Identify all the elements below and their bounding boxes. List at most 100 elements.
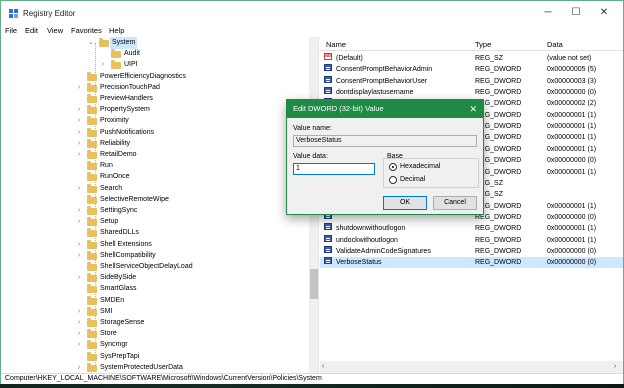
- folder-icon: [87, 82, 97, 92]
- value-row[interactable]: ValidateAdminCodeSignatures REG_DWORD 0x00…: [320, 245, 623, 257]
- dword-value-icon: [324, 257, 332, 265]
- value-name: ConsentPromptBehaviorAdmin: [336, 66, 433, 74]
- scroll-right-icon[interactable]: ›: [614, 363, 616, 370]
- tree-item[interactable]: SmartGlass: [1, 283, 309, 295]
- value-data-input[interactable]: 1: [293, 163, 375, 175]
- tree-item[interactable]: PowerEfficiencyDiagnostics: [1, 71, 309, 83]
- tree-item[interactable]: › Shell Extensions: [1, 239, 309, 251]
- expand-chevron-icon[interactable]: ›: [75, 362, 83, 373]
- tree-item[interactable]: › Syncmgr: [1, 339, 309, 351]
- value-data: 0x00000000 (0): [547, 247, 597, 255]
- dialog-title-bar[interactable]: Edit DWORD (32-bit) Value ✕: [287, 100, 483, 118]
- expand-chevron-icon[interactable]: ›: [75, 138, 83, 150]
- menu-bar: File Edit View Favorites Help: [1, 24, 623, 37]
- expand-chevron-icon[interactable]: ›: [75, 272, 83, 284]
- expand-chevron-icon[interactable]: ›: [75, 328, 83, 340]
- tree-item[interactable]: › Store: [1, 328, 309, 340]
- tree-item[interactable]: › ShellCompatibility: [1, 250, 309, 262]
- expand-chevron-icon[interactable]: ›: [75, 306, 83, 318]
- value-row[interactable]: ConsentPromptBehaviorAdmin REG_DWORD 0x000…: [320, 64, 623, 75]
- tree-item[interactable]: › SettingSync: [1, 205, 309, 217]
- tree-item[interactable]: SelectiveRemoteWipe: [1, 194, 309, 206]
- tree-item[interactable]: › SystemProtectedUserData: [1, 362, 309, 373]
- tree-item[interactable]: SharedDLLs: [1, 227, 309, 239]
- column-header-name[interactable]: Name: [326, 40, 346, 49]
- column-header-data[interactable]: Data: [547, 40, 563, 49]
- tree-item[interactable]: SysPrepTapi: [1, 351, 309, 363]
- close-button[interactable]: ✕: [589, 5, 619, 21]
- menu-view[interactable]: View: [47, 26, 63, 35]
- expand-chevron-icon[interactable]: ›: [75, 183, 83, 195]
- value-data: 0x00000001 (1): [547, 202, 597, 210]
- expand-chevron-icon[interactable]: ›: [75, 82, 83, 94]
- value-type: REG_DWORD: [475, 259, 522, 267]
- expand-chevron-icon[interactable]: ›: [75, 339, 83, 351]
- expand-chevron-icon[interactable]: ›: [99, 59, 107, 71]
- value-data: 0x00000001 (1): [547, 111, 597, 119]
- tree-item[interactable]: › SideBySide: [1, 272, 309, 284]
- tree-item[interactable]: › Proximity: [1, 115, 309, 127]
- value-data: 0x00000003 (3): [547, 77, 597, 85]
- tree-scroll-thumb[interactable]: [310, 269, 318, 299]
- expand-chevron-icon[interactable]: ›: [75, 239, 83, 251]
- value-row[interactable]: ab (Default) REG_SZ (value not set): [320, 53, 623, 64]
- value-row[interactable]: VerboseStatus REG_DWORD 0x00000000 (0): [320, 257, 623, 269]
- list-horizontal-scrollbar[interactable]: ‹ ›: [320, 361, 623, 373]
- menu-file[interactable]: File: [5, 26, 17, 35]
- hexadecimal-label[interactable]: Hexadecimal: [400, 163, 440, 170]
- tree-item[interactable]: Audit: [1, 48, 309, 60]
- expand-chevron-icon[interactable]: ›: [75, 115, 83, 127]
- value-row[interactable]: dontdisplaylastusername REG_DWORD 0x000000…: [320, 87, 623, 98]
- tree-item[interactable]: › StorageSense: [1, 317, 309, 329]
- tree-item[interactable]: › Search: [1, 183, 309, 195]
- menu-favorites[interactable]: Favorites: [71, 26, 102, 35]
- expand-chevron-icon[interactable]: ›: [75, 104, 83, 116]
- tree-item[interactable]: › PushNotifications: [1, 127, 309, 139]
- expand-chevron-icon[interactable]: ›: [75, 317, 83, 329]
- tree-item[interactable]: › SMI: [1, 306, 309, 318]
- expand-chevron-icon[interactable]: ›: [75, 205, 83, 217]
- value-data: (value not set): [547, 55, 592, 62]
- scroll-left-icon[interactable]: ‹: [322, 363, 324, 370]
- tree-item[interactable]: › PropertySystem: [1, 104, 309, 116]
- tree-item[interactable]: › UIPI: [1, 59, 309, 71]
- expand-chevron-icon[interactable]: ›: [75, 127, 83, 139]
- folder-icon: [87, 206, 97, 215]
- collapse-chevron-icon[interactable]: ⌄: [87, 37, 95, 49]
- title-bar[interactable]: Registry Editor ─ ☐ ✕: [1, 1, 623, 25]
- value-name-field[interactable]: VerboseStatus: [293, 135, 477, 147]
- value-name: undockwithoutlogon: [336, 236, 398, 244]
- value-type: REG_SZ: [475, 55, 504, 62]
- minimize-button[interactable]: ─: [533, 5, 563, 21]
- tree-item[interactable]: › Reliability: [1, 138, 309, 150]
- tree-item[interactable]: Run: [1, 160, 309, 172]
- tree-item[interactable]: › Setup: [1, 216, 309, 228]
- column-header-type[interactable]: Type: [475, 40, 491, 49]
- ok-button[interactable]: OK: [383, 196, 427, 210]
- folder-icon: [87, 306, 97, 316]
- value-row[interactable]: ConsentPromptBehaviorUser REG_DWORD 0x0000…: [320, 75, 623, 87]
- tree-item[interactable]: RunOnce: [1, 171, 309, 183]
- menu-edit[interactable]: Edit: [25, 26, 38, 35]
- tree-item[interactable]: › PrecisionTouchPad: [1, 82, 309, 94]
- decimal-label[interactable]: Decimal: [400, 176, 425, 183]
- tree-item[interactable]: PreviewHandlers: [1, 93, 309, 105]
- expand-chevron-icon[interactable]: ›: [75, 149, 83, 161]
- expand-chevron-icon[interactable]: ›: [75, 250, 83, 262]
- value-name: ValidateAdminCodeSignatures: [336, 247, 431, 255]
- tree-item[interactable]: ⌄ System: [1, 37, 309, 49]
- value-row[interactable]: undockwithoutlogon REG_DWORD 0x00000001 (1…: [320, 234, 623, 246]
- decimal-radio[interactable]: [389, 176, 397, 184]
- hexadecimal-radio[interactable]: [389, 163, 397, 171]
- tree-item-label: PushNotifications: [100, 128, 155, 136]
- tree-item-label: System: [110, 37, 138, 49]
- cancel-button[interactable]: Cancel: [433, 196, 477, 210]
- expand-chevron-icon[interactable]: ›: [75, 216, 83, 228]
- value-row[interactable]: shutdownwithoutlogon REG_DWORD 0x00000001 …: [320, 223, 623, 234]
- tree-item[interactable]: SMDEn: [1, 295, 309, 307]
- tree-item[interactable]: ShellServiceObjectDelayLoad: [1, 261, 309, 273]
- menu-help[interactable]: Help: [109, 26, 124, 35]
- tree-item[interactable]: › RetailDemo: [1, 149, 309, 161]
- dialog-close-icon[interactable]: ✕: [469, 100, 477, 118]
- maximize-button[interactable]: ☐: [561, 5, 591, 21]
